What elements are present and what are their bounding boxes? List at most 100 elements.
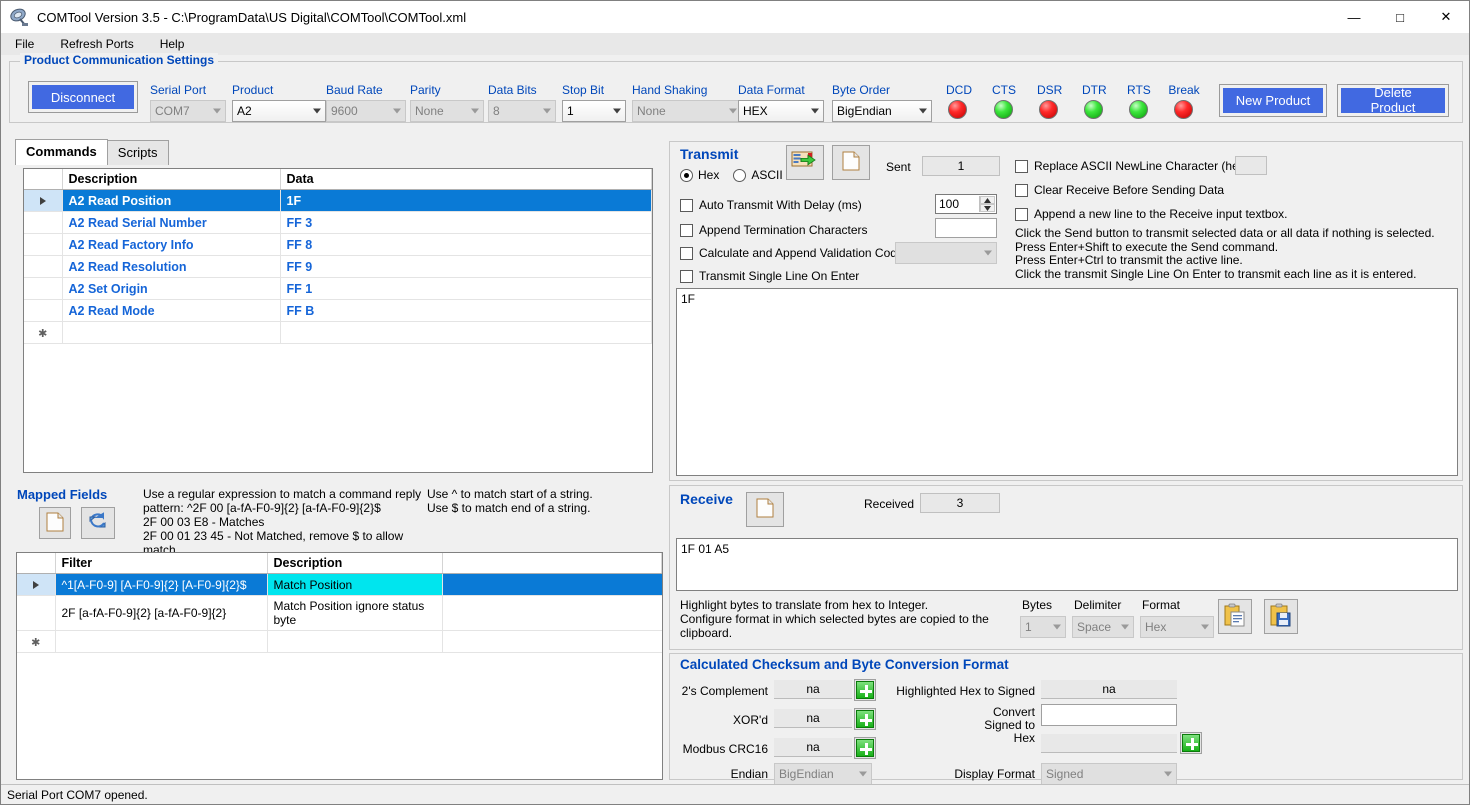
copy-to-clipboard-button[interactable]: [1218, 599, 1252, 634]
mf-filler: [442, 631, 662, 653]
xord-label: XOR'd: [670, 713, 768, 727]
delay-input[interactable]: [936, 195, 976, 213]
new-row-indicator[interactable]: ✱: [24, 322, 62, 344]
clear-receive-before-send-checkbox[interactable]: Clear Receive Before Sending Data: [1015, 183, 1224, 197]
replace-newline-checkbox[interactable]: Replace ASCII NewLine Character (hex): [1015, 159, 1249, 173]
serial-port-value: COM7: [155, 104, 190, 118]
minimize-button[interactable]: —: [1331, 1, 1377, 33]
radio-ascii[interactable]: ASCII: [733, 168, 782, 182]
delay-spinner[interactable]: [979, 196, 995, 212]
commands-grid[interactable]: Description Data A2 Read Position 1F A2 …: [23, 168, 653, 473]
send-button[interactable]: [786, 145, 824, 180]
spinner-down-icon[interactable]: [980, 204, 995, 212]
xord-add-button[interactable]: [854, 708, 876, 730]
table-row[interactable]: A2 Read Position 1F: [24, 190, 652, 212]
row-selector[interactable]: [24, 190, 62, 212]
radio-dot-icon: [733, 169, 746, 182]
termination-input[interactable]: [935, 218, 997, 238]
row-selector[interactable]: [24, 212, 62, 234]
clipboard-save-icon: [1270, 603, 1292, 630]
tab-scripts[interactable]: Scripts: [107, 140, 169, 165]
tab-commands[interactable]: Commands: [15, 139, 108, 165]
chevron-down-icon: [1121, 625, 1129, 630]
radio-hex[interactable]: Hex: [680, 168, 719, 182]
new-product-button[interactable]: New Product: [1219, 84, 1327, 117]
stop-bit-label: Stop Bit: [562, 83, 604, 97]
parity-label: Parity: [410, 83, 441, 97]
validation-code-combo[interactable]: [895, 242, 997, 264]
data-bits-combo[interactable]: 8: [488, 100, 556, 122]
convert-input[interactable]: [1041, 704, 1177, 726]
byte-order-combo[interactable]: BigEndian: [832, 100, 932, 122]
validation-code-checkbox[interactable]: Calculate and Append Validation Code: [680, 246, 904, 260]
endian-combo[interactable]: BigEndian: [774, 763, 872, 785]
data-format-combo[interactable]: HEX: [738, 100, 824, 122]
product-combo[interactable]: A2: [232, 100, 326, 122]
hand-shaking-combo[interactable]: None: [632, 100, 742, 122]
save-clipboard-button[interactable]: [1264, 599, 1298, 634]
new-mapped-field-button[interactable]: [39, 507, 71, 539]
display-format-combo[interactable]: Signed: [1041, 763, 1177, 785]
table-row[interactable]: A2 Set Origin FF 1: [24, 278, 652, 300]
row-selector[interactable]: [17, 574, 55, 596]
table-row[interactable]: A2 Read Factory Info FF 8: [24, 234, 652, 256]
menu-item-help[interactable]: Help: [156, 35, 197, 53]
dsr-label: DSR: [1037, 83, 1060, 97]
row-selector[interactable]: [24, 278, 62, 300]
byte-order-value: BigEndian: [837, 104, 892, 118]
disconnect-button[interactable]: Disconnect: [28, 81, 138, 113]
mapped-fields-grid[interactable]: Filter Description ^1[A-F0-9] [A-F0-9]{2…: [16, 552, 663, 780]
mapped-fields-help-right: Use ^ to match start of a string. Use $ …: [427, 487, 657, 515]
stop-bit-combo[interactable]: 1: [562, 100, 626, 122]
menu-item-refresh-ports[interactable]: Refresh Ports: [56, 35, 145, 53]
hand-shaking-value: None: [637, 104, 666, 118]
row-selector[interactable]: [24, 256, 62, 278]
transmit-textarea[interactable]: 1F: [676, 288, 1458, 476]
checkbox-box-icon: [680, 270, 693, 283]
chevron-down-icon: [613, 109, 621, 114]
mf-filter-empty: [55, 631, 267, 653]
table-row[interactable]: 2F [a-fA-F0-9]{2} [a-fA-F0-9]{2} Match P…: [17, 596, 662, 631]
row-selector[interactable]: [24, 234, 62, 256]
row-selector[interactable]: [17, 596, 55, 631]
status-bar: Serial Port COM7 opened.: [1, 784, 1469, 804]
table-row[interactable]: A2 Read Mode FF B: [24, 300, 652, 322]
table-row-new[interactable]: ✱: [24, 322, 652, 344]
data-format-value: HEX: [743, 104, 768, 118]
append-newline-receive-checkbox[interactable]: Append a new line to the Receive input t…: [1015, 207, 1288, 221]
convert-add-button[interactable]: [1180, 732, 1202, 754]
delimiter-combo[interactable]: Space: [1072, 616, 1134, 638]
spinner-up-icon[interactable]: [980, 196, 995, 204]
close-button[interactable]: ✕: [1423, 1, 1469, 33]
row-selector[interactable]: [24, 300, 62, 322]
twos-complement-add-button[interactable]: [854, 679, 876, 701]
bytes-combo[interactable]: 1: [1020, 616, 1066, 638]
new-row-indicator[interactable]: ✱: [17, 631, 55, 653]
receive-textarea[interactable]: 1F 01 A5: [676, 538, 1458, 591]
clear-receive-button[interactable]: [746, 492, 784, 527]
parity-combo[interactable]: None: [410, 100, 484, 122]
table-row[interactable]: ^1[A-F0-9] [A-F0-9]{2} [A-F0-9]{2}$ Matc…: [17, 574, 662, 596]
convert-output: [1041, 734, 1177, 753]
delete-product-button[interactable]: Delete Product: [1337, 84, 1449, 117]
command-description-empty: [62, 322, 280, 344]
refresh-mapped-fields-button[interactable]: [81, 507, 115, 539]
maximize-button[interactable]: □: [1377, 1, 1423, 33]
menu-item-file[interactable]: File: [11, 35, 46, 53]
clear-transmit-button[interactable]: [832, 145, 870, 180]
modbus-crc16-add-button[interactable]: [854, 737, 876, 759]
serial-port-combo[interactable]: COM7: [150, 100, 226, 122]
command-description: A2 Read Serial Number: [62, 212, 280, 234]
baud-rate-combo[interactable]: 9600: [326, 100, 406, 122]
single-line-on-enter-checkbox[interactable]: Transmit Single Line On Enter: [680, 269, 859, 283]
chevron-down-icon: [919, 109, 927, 114]
table-row[interactable]: A2 Read Resolution FF 9: [24, 256, 652, 278]
auto-transmit-delay-checkbox[interactable]: Auto Transmit With Delay (ms): [680, 198, 862, 212]
append-newline-receive-label: Append a new line to the Receive input t…: [1034, 207, 1288, 221]
table-row-new[interactable]: ✱: [17, 631, 662, 653]
append-termination-checkbox[interactable]: Append Termination Characters: [680, 223, 868, 237]
table-row[interactable]: A2 Read Serial Number FF 3: [24, 212, 652, 234]
newline-hex-input[interactable]: [1235, 156, 1267, 175]
format-combo[interactable]: Hex: [1140, 616, 1214, 638]
refresh-icon: [87, 511, 109, 536]
